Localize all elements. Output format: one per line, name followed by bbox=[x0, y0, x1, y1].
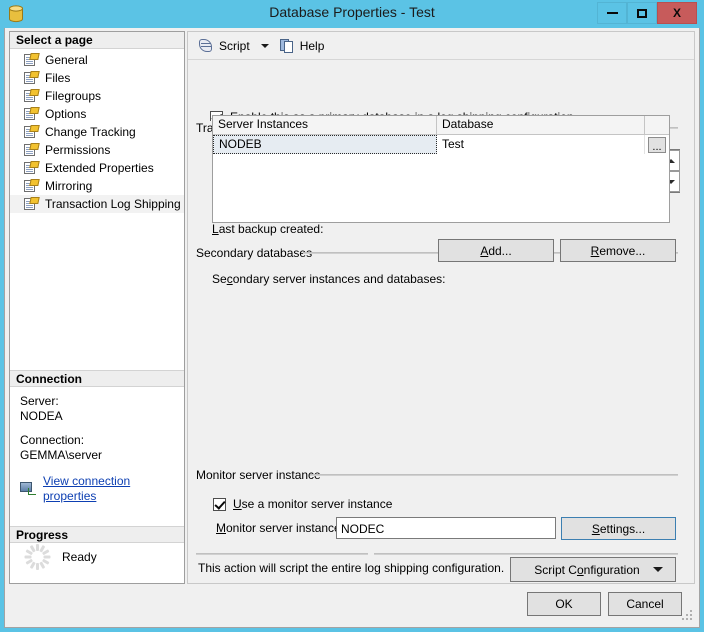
script-action-divider-left bbox=[196, 553, 368, 555]
toolbar: Script Help bbox=[188, 32, 694, 60]
column-header-database[interactable]: Database bbox=[437, 116, 645, 134]
connection-label: Connection: bbox=[20, 433, 85, 447]
settings-button-label: Settings... bbox=[591, 521, 646, 536]
secondary-databases-grid[interactable]: Server Instances Database NODEB Test ... bbox=[212, 115, 670, 223]
progress-header: Progress bbox=[10, 526, 184, 543]
view-connection-properties-link[interactable]: View connection properties bbox=[43, 474, 184, 504]
page-list: General Files Filegroups Options Change … bbox=[10, 51, 184, 213]
secondary-databases-group-label: Secondary databases bbox=[196, 246, 318, 260]
maximize-button[interactable] bbox=[627, 2, 657, 24]
sidebar-item-label: Extended Properties bbox=[45, 161, 154, 175]
computer-connection-icon bbox=[20, 482, 37, 496]
main-panel: Script Help EEnable this as a primary da… bbox=[187, 31, 695, 584]
connection-value: GEMMA\server bbox=[20, 448, 103, 462]
last-backup-created-label: Last backup created: bbox=[212, 222, 324, 236]
server-label: Server: bbox=[20, 394, 59, 408]
column-header-actions[interactable] bbox=[645, 116, 669, 134]
close-button[interactable]: X bbox=[657, 2, 697, 24]
add-button-label: Add... bbox=[480, 243, 512, 258]
sidebar-item-label: Mirroring bbox=[45, 179, 93, 193]
monitor-server-instance-field-label: Monitor server instance bbox=[216, 521, 341, 535]
monitor-server-instance-group-label: Monitor server instance bbox=[196, 468, 326, 482]
sidebar-item-label: Permissions bbox=[45, 143, 111, 157]
sidebar-item-filegroups[interactable]: Filegroups bbox=[10, 87, 184, 105]
title-bar: Database Properties - Test X bbox=[0, 0, 704, 28]
script-action-divider-right bbox=[374, 553, 678, 555]
page-icon bbox=[24, 53, 40, 67]
page-icon bbox=[24, 197, 40, 211]
page-icon bbox=[24, 125, 40, 139]
sidebar-item-label: General bbox=[45, 53, 88, 67]
page-icon bbox=[24, 71, 40, 85]
cell-browse: ... bbox=[645, 135, 669, 154]
sidebar-item-transaction-log-shipping[interactable]: Transaction Log Shipping bbox=[10, 195, 184, 213]
sidebar-item-general[interactable]: General bbox=[10, 51, 184, 69]
sidebar: Select a page General Files Filegroups O… bbox=[9, 31, 185, 584]
page-icon bbox=[24, 89, 40, 103]
script-icon bbox=[198, 38, 215, 54]
cell-database[interactable]: Test bbox=[437, 135, 645, 154]
resize-grip-icon[interactable] bbox=[682, 610, 694, 622]
connection-info: Server: NODEA Connection: GEMMA\server V… bbox=[10, 388, 184, 504]
dialog-footer: OK Cancel bbox=[9, 586, 697, 624]
sidebar-item-label: Filegroups bbox=[45, 89, 102, 103]
use-monitor-server-checkbox[interactable] bbox=[213, 497, 226, 511]
sidebar-item-options[interactable]: Options bbox=[10, 105, 184, 123]
dialog-client-area: Select a page General Files Filegroups O… bbox=[4, 28, 700, 628]
grid-header-row: Server Instances Database bbox=[213, 116, 669, 135]
script-button[interactable]: Script bbox=[194, 35, 254, 57]
sidebar-item-permissions[interactable]: Permissions bbox=[10, 141, 184, 159]
monitor-server-instance-input[interactable] bbox=[336, 517, 556, 539]
table-row[interactable]: NODEB Test ... bbox=[213, 135, 669, 154]
ok-button[interactable]: OK bbox=[527, 592, 601, 616]
sidebar-item-label: Transaction Log Shipping bbox=[45, 197, 181, 211]
help-button-label: Help bbox=[299, 38, 325, 53]
use-monitor-server-label: Use a monitor server instance bbox=[233, 497, 393, 511]
panel-body: EEnable this as a primary database in a … bbox=[188, 60, 694, 583]
script-button-label: Script bbox=[219, 38, 250, 53]
sidebar-item-label: Files bbox=[45, 71, 71, 85]
sidebar-item-label: Options bbox=[45, 107, 87, 121]
minimize-icon bbox=[606, 12, 618, 14]
page-icon bbox=[24, 143, 40, 157]
sidebar-item-change-tracking[interactable]: Change Tracking bbox=[10, 123, 184, 141]
minimize-button[interactable] bbox=[597, 2, 627, 24]
remove-button[interactable]: Remove... bbox=[560, 239, 676, 262]
page-icon bbox=[24, 107, 40, 121]
column-header-server-instances[interactable]: Server Instances bbox=[213, 116, 437, 134]
help-button[interactable]: Help bbox=[276, 35, 329, 57]
use-monitor-server-checkbox-row[interactable]: Use a monitor server instance bbox=[213, 497, 392, 511]
script-configuration-button[interactable]: Script Configuration bbox=[510, 557, 676, 582]
spinner-icon bbox=[24, 544, 50, 570]
close-icon: X bbox=[672, 6, 681, 20]
progress-info: Ready bbox=[10, 544, 184, 570]
group-divider bbox=[310, 474, 678, 476]
add-button[interactable]: Add... bbox=[438, 239, 554, 262]
view-connection-properties-row[interactable]: View connection properties bbox=[20, 474, 184, 504]
cancel-button[interactable]: Cancel bbox=[608, 592, 682, 616]
secondary-list-label: Secondary server instances and databases… bbox=[212, 272, 446, 286]
dialog-window: Database Properties - Test X Select a pa… bbox=[0, 0, 704, 632]
server-value: NODEA bbox=[20, 409, 63, 423]
progress-status: Ready bbox=[62, 550, 97, 564]
page-icon bbox=[24, 179, 40, 193]
settings-button[interactable]: Settings... bbox=[561, 517, 676, 540]
maximize-icon bbox=[637, 8, 647, 18]
sidebar-item-files[interactable]: Files bbox=[10, 69, 184, 87]
sidebar-item-label: Change Tracking bbox=[45, 125, 136, 139]
caret-down-icon bbox=[653, 567, 663, 572]
select-a-page-header: Select a page bbox=[10, 32, 184, 49]
script-action-description: This action will script the entire log s… bbox=[198, 561, 505, 575]
help-pages-icon bbox=[279, 38, 296, 54]
sidebar-item-mirroring[interactable]: Mirroring bbox=[10, 177, 184, 195]
connection-header: Connection bbox=[10, 370, 184, 387]
remove-button-label: Remove... bbox=[590, 243, 646, 258]
browse-ellipsis-button[interactable]: ... bbox=[648, 136, 666, 153]
script-configuration-button-label: Script Configuration bbox=[534, 562, 640, 577]
cell-server-instance[interactable]: NODEB bbox=[213, 135, 437, 154]
chevron-down-icon[interactable] bbox=[260, 43, 269, 48]
page-icon bbox=[24, 161, 40, 175]
sidebar-item-extended-properties[interactable]: Extended Properties bbox=[10, 159, 184, 177]
